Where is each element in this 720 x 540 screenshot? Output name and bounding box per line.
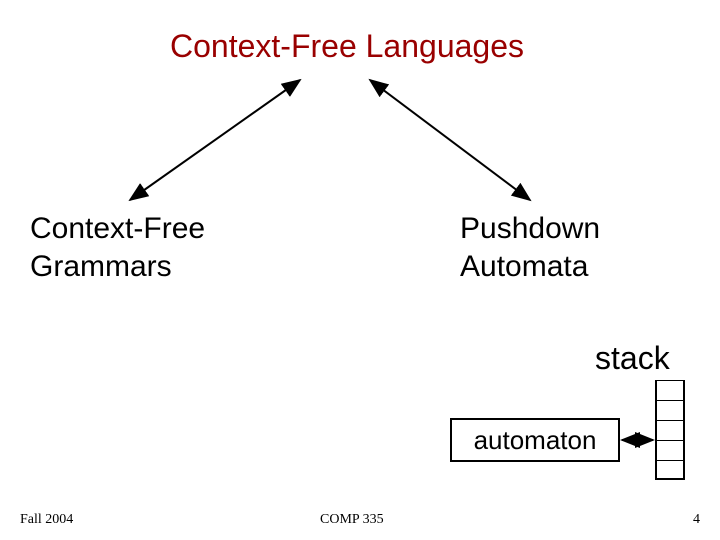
slide-title: Context-Free Languages: [170, 28, 524, 65]
cfg-line2: Grammars: [30, 250, 172, 283]
footer-page-number: 4: [693, 512, 700, 528]
stack-cell: [657, 400, 683, 420]
stack-cell: [657, 460, 683, 480]
stack-cell: [657, 440, 683, 460]
cfg-line1: Context-Free: [30, 212, 205, 245]
stack-cell: [657, 420, 683, 440]
footer-course: COMP 335: [320, 512, 384, 528]
pushdown-automata-label: Pushdown Automata: [460, 210, 600, 285]
stack-diagram: [655, 380, 685, 480]
stack-label: stack: [595, 340, 670, 377]
stack-cell: [657, 380, 683, 400]
automaton-box: automaton: [450, 418, 620, 462]
footer-term: Fall 2004: [20, 512, 73, 528]
pda-line1: Pushdown: [460, 212, 600, 245]
automaton-box-label: automaton: [474, 425, 597, 456]
pda-line2: Automata: [460, 250, 588, 283]
context-free-grammars-label: Context-Free Grammars: [30, 210, 205, 285]
